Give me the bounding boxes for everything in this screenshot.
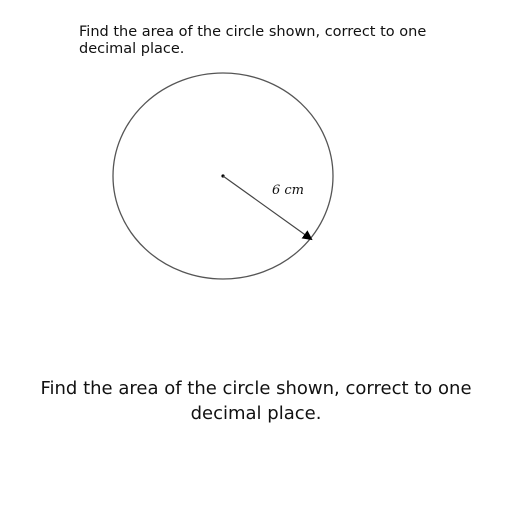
circle-diagram: 6 cm <box>112 72 334 280</box>
radius-label: 6 cm <box>272 183 304 198</box>
page: Find the area of the circle shown, corre… <box>0 0 512 512</box>
caption-text: Find the area of the circle shown, corre… <box>40 378 472 424</box>
